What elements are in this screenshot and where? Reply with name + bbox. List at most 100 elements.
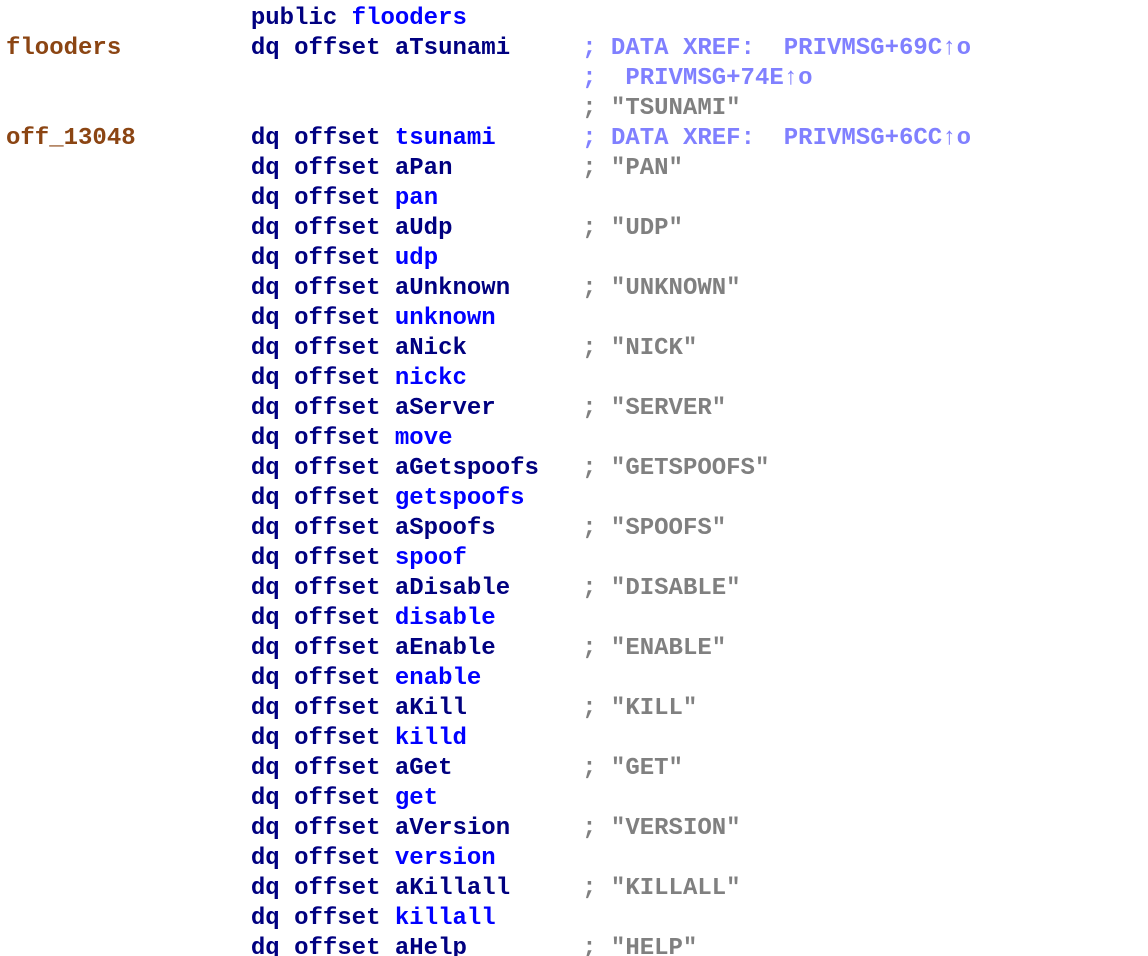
operand-identifier[interactable]: unknown [395,305,496,332]
operand-identifier[interactable]: flooders [352,5,467,32]
operand: offset aNick [294,335,467,362]
mnemonic: dq [251,725,280,752]
mnemonic: dq [251,905,280,932]
disasm-line[interactable]: dq offset pan [6,184,1142,214]
disasm-line[interactable]: dq offset aGet ; "GET" [6,754,1142,784]
operand-identifier[interactable]: udp [395,245,438,272]
disasm-line[interactable]: dq offset disable [6,604,1142,634]
disasm-line[interactable]: dq offset aVersion ; "VERSION" [6,814,1142,844]
disasm-line[interactable]: ; PRIVMSG+74E↑o [6,64,1142,94]
mnemonic: dq [251,125,280,152]
operand: offset aKill [294,695,467,722]
mnemonic: dq [251,635,280,662]
operand: offset aEnable [294,635,496,662]
line-label [6,785,251,812]
line-label [6,455,251,482]
operand: offset [294,665,395,692]
line-label [6,365,251,392]
disassembly-listing[interactable]: public floodersflooders dq offset aTsuna… [0,0,1148,956]
line-label [6,845,251,872]
line-label [6,725,251,752]
mnemonic: dq [251,455,280,482]
line-label [6,665,251,692]
line-label [6,305,251,332]
operand: offset [294,545,395,572]
mnemonic: public [251,5,337,32]
disasm-line[interactable]: dq offset udp [6,244,1142,274]
line-label [6,695,251,722]
disasm-line[interactable]: dq offset aHelp ; "HELP" [6,934,1142,956]
comment: ; "UDP" [582,215,683,242]
operand-identifier[interactable]: spoof [395,545,467,572]
comment: ; "GETSPOOFS" [582,455,769,482]
line-label [6,65,251,92]
operand: offset [294,605,395,632]
line-label [6,515,251,542]
operand-identifier[interactable]: killd [395,725,467,752]
disasm-line[interactable]: dq offset enable [6,664,1142,694]
disasm-line[interactable]: dq offset version [6,844,1142,874]
disasm-line[interactable]: dq offset unknown [6,304,1142,334]
line-label [6,875,251,902]
operand-identifier[interactable]: killall [395,905,496,932]
disasm-line[interactable]: dq offset getspoofs [6,484,1142,514]
mnemonic: dq [251,545,280,572]
disasm-line[interactable]: off_13048 dq offset tsunami ; DATA XREF:… [6,124,1142,154]
operand-identifier[interactable]: getspoofs [395,485,525,512]
operand: offset aVersion [294,815,510,842]
disasm-line[interactable]: dq offset aDisable ; "DISABLE" [6,574,1142,604]
disasm-line[interactable]: dq offset aEnable ; "ENABLE" [6,634,1142,664]
operand-identifier[interactable]: enable [395,665,481,692]
mnemonic: dq [251,425,280,452]
mnemonic: dq [251,935,280,956]
comment: ; "PAN" [582,155,683,182]
operand-identifier[interactable]: tsunami [395,125,496,152]
mnemonic: dq [251,515,280,542]
operand: offset [294,185,395,212]
line-label: flooders [6,35,251,62]
disasm-line[interactable]: dq offset move [6,424,1142,454]
comment: ; "DISABLE" [582,575,740,602]
operand-identifier[interactable]: disable [395,605,496,632]
operand-identifier[interactable]: version [395,845,496,872]
operand: offset [294,485,395,512]
operand-identifier[interactable]: move [395,425,453,452]
disasm-line[interactable]: dq offset aGetspoofs ; "GETSPOOFS" [6,454,1142,484]
operand: offset aSpoofs [294,515,496,542]
disasm-line[interactable]: dq offset get [6,784,1142,814]
xref-comment[interactable]: ; PRIVMSG+74E↑o [582,65,812,92]
disasm-line[interactable]: dq offset aPan ; "PAN" [6,154,1142,184]
disasm-line[interactable]: dq offset killall [6,904,1142,934]
disasm-line[interactable]: flooders dq offset aTsunami ; DATA XREF:… [6,34,1142,64]
disasm-line[interactable]: dq offset killd [6,724,1142,754]
comment: ; "SPOOFS" [582,515,726,542]
disasm-line[interactable]: dq offset aUdp ; "UDP" [6,214,1142,244]
line-label [6,635,251,662]
comment: ; "UNKNOWN" [582,275,740,302]
mnemonic: dq [251,215,280,242]
mnemonic: dq [251,605,280,632]
disasm-line[interactable]: ; "TSUNAMI" [6,94,1142,124]
disasm-line[interactable]: dq offset spoof [6,544,1142,574]
disasm-line[interactable]: dq offset aKillall ; "KILLALL" [6,874,1142,904]
disasm-line[interactable]: dq offset nickc [6,364,1142,394]
operand: offset aTsunami [294,35,510,62]
xref-comment[interactable]: ; DATA XREF: PRIVMSG+69C↑o [582,35,971,62]
disasm-line[interactable]: dq offset aSpoofs ; "SPOOFS" [6,514,1142,544]
operand-identifier[interactable]: get [395,785,438,812]
disasm-line[interactable]: dq offset aServer ; "SERVER" [6,394,1142,424]
line-label [6,935,251,956]
line-label [6,905,251,932]
operand-identifier[interactable]: pan [395,185,438,212]
xref-comment[interactable]: ; DATA XREF: PRIVMSG+6CC↑o [582,125,971,152]
mnemonic: dq [251,305,280,332]
comment: ; "SERVER" [582,395,726,422]
disasm-line[interactable]: dq offset aKill ; "KILL" [6,694,1142,724]
operand-identifier[interactable]: nickc [395,365,467,392]
disasm-line[interactable]: public flooders [6,4,1142,34]
operand: offset aUdp [294,215,452,242]
line-label: off_13048 [6,125,251,152]
disasm-line[interactable]: dq offset aUnknown ; "UNKNOWN" [6,274,1142,304]
comment: ; "KILLALL" [582,875,740,902]
disasm-line[interactable]: dq offset aNick ; "NICK" [6,334,1142,364]
